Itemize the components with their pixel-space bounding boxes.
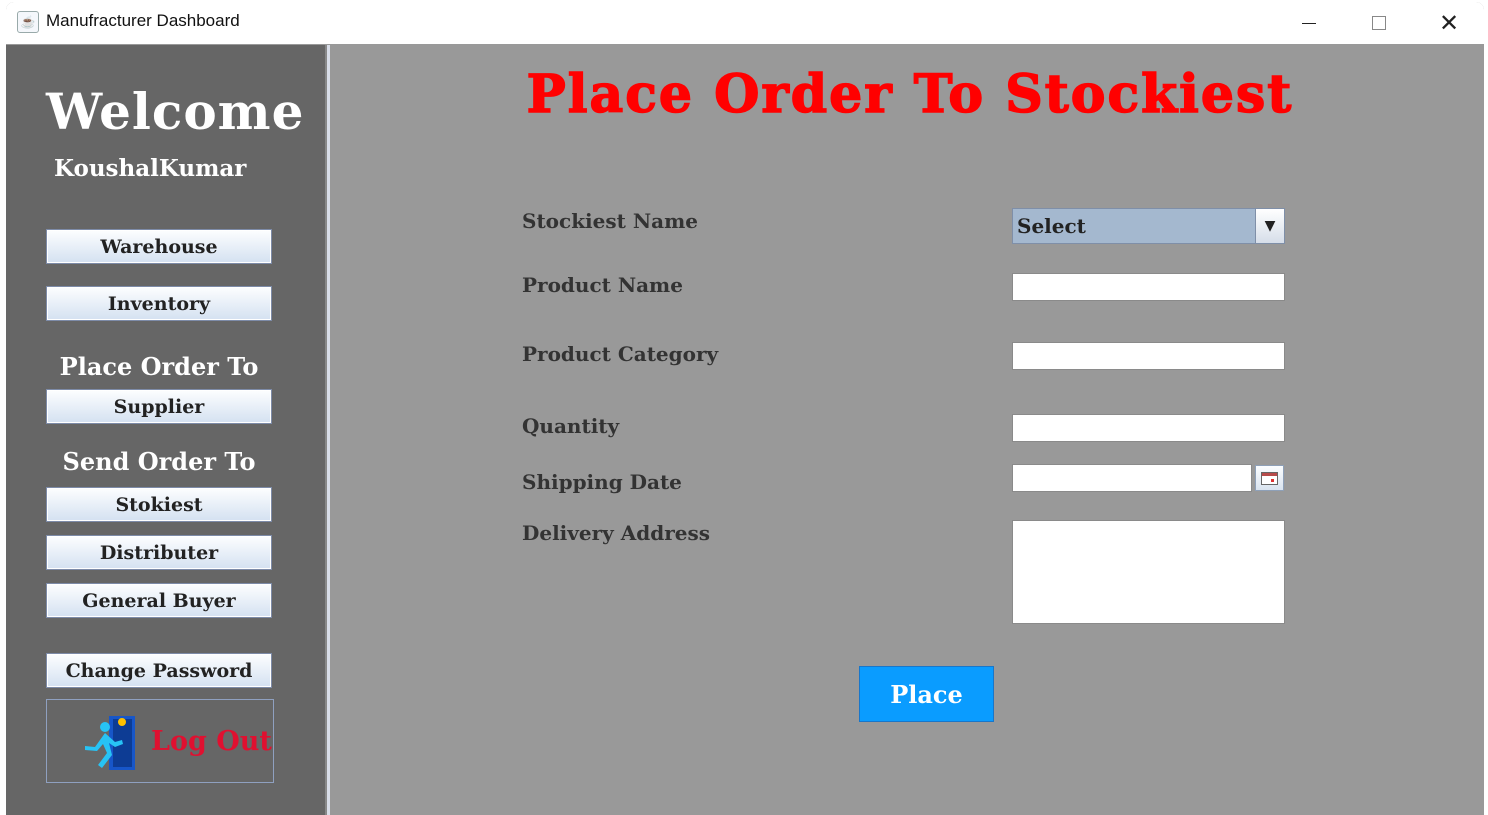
shipping-date-input[interactable] xyxy=(1012,464,1252,492)
window-title: Manufracturer Dashboard xyxy=(46,11,240,30)
stockiest-name-label: Stockiest Name xyxy=(522,209,698,233)
java-app-icon: ☕ xyxy=(17,11,39,33)
maximize-button[interactable] xyxy=(1344,2,1414,44)
minimize-button[interactable] xyxy=(1274,2,1344,44)
quantity-label: Quantity xyxy=(522,414,620,438)
calendar-icon xyxy=(1261,471,1278,485)
product-category-input[interactable] xyxy=(1012,342,1285,370)
product-category-label: Product Category xyxy=(522,342,719,366)
logout-door-runner-icon xyxy=(85,716,135,770)
welcome-heading: Welcome xyxy=(46,82,305,141)
warehouse-button[interactable]: Warehouse xyxy=(46,229,272,264)
change-password-button[interactable]: Change Password xyxy=(46,653,272,688)
sidebar: Welcome KoushalKumar Warehouse Inventory… xyxy=(6,45,325,815)
place-order-heading: Place Order To xyxy=(59,352,259,381)
close-button[interactable]: ✕ xyxy=(1414,2,1484,44)
calendar-button[interactable] xyxy=(1255,465,1284,491)
shipping-date-label: Shipping Date xyxy=(522,470,682,494)
product-name-label: Product Name xyxy=(522,273,683,297)
quantity-input[interactable] xyxy=(1012,414,1285,442)
send-order-heading: Send Order To xyxy=(62,447,256,476)
logout-label: Log Out xyxy=(151,726,272,757)
distributer-button[interactable]: Distributer xyxy=(46,535,272,570)
stockiest-name-select[interactable]: Select ▼ xyxy=(1012,208,1285,244)
title-bar: ☕ Manufracturer Dashboard ✕ xyxy=(6,2,1484,44)
close-icon: ✕ xyxy=(1438,9,1460,37)
minimize-icon xyxy=(1302,22,1316,24)
delivery-address-label: Delivery Address xyxy=(522,521,710,545)
application-window: ☕ Manufracturer Dashboard ✕ Welcome Kous… xyxy=(6,2,1484,815)
logout-button[interactable]: Log Out xyxy=(46,699,274,783)
product-name-input[interactable] xyxy=(1012,273,1285,301)
sidebar-divider xyxy=(327,45,330,815)
stockiest-name-selected-value: Select xyxy=(1017,214,1086,238)
stokiest-button[interactable]: Stokiest xyxy=(46,487,272,522)
place-order-button[interactable]: Place xyxy=(859,666,994,722)
supplier-button[interactable]: Supplier xyxy=(46,389,272,424)
page-title: Place Order To Stockiest xyxy=(526,63,1294,126)
maximize-icon xyxy=(1372,16,1386,30)
chevron-down-icon[interactable]: ▼ xyxy=(1255,209,1284,243)
inventory-button[interactable]: Inventory xyxy=(46,286,272,321)
delivery-address-textarea[interactable] xyxy=(1012,520,1285,624)
username-label: KoushalKumar xyxy=(54,155,247,182)
general-buyer-button[interactable]: General Buyer xyxy=(46,583,272,618)
